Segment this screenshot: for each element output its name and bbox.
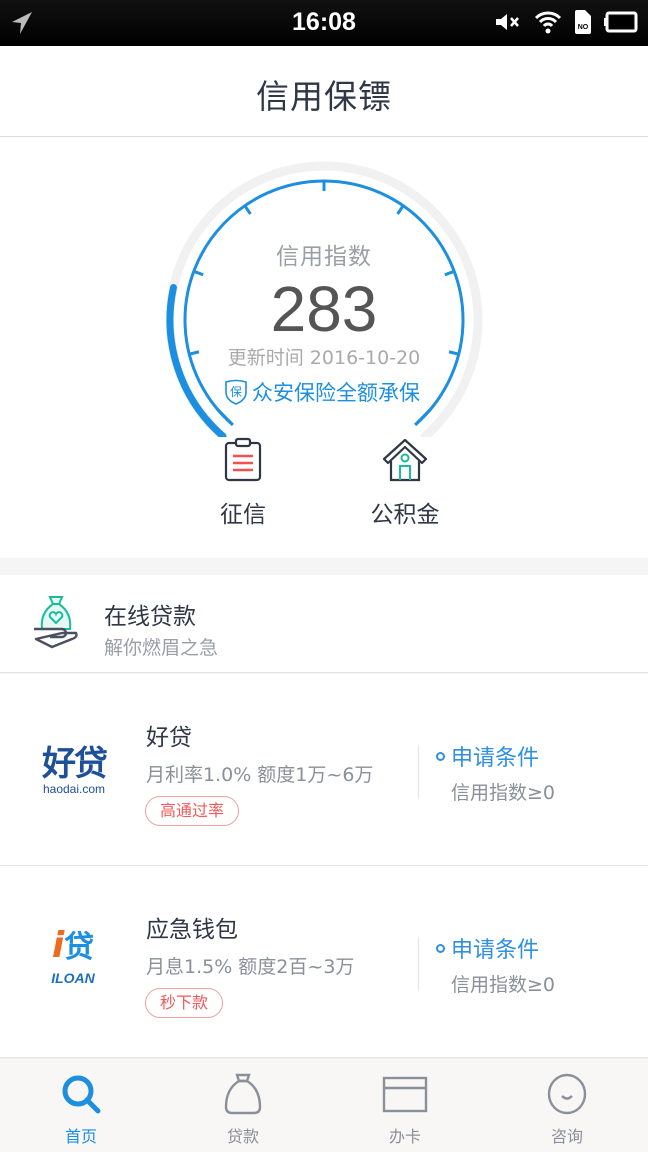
divider xyxy=(418,938,419,990)
status-bar: 16:08 NO xyxy=(0,0,648,46)
bullet-icon xyxy=(436,751,445,761)
mute-icon xyxy=(496,14,519,30)
tab-consult[interactable]: 咨询 xyxy=(486,1059,648,1152)
quick-action-label: 征信 xyxy=(220,502,266,528)
search-icon xyxy=(62,1075,101,1114)
apply-conditions-link[interactable]: 申请条件 xyxy=(436,740,539,772)
tab-home[interactable]: 首页 xyxy=(0,1059,162,1152)
divider xyxy=(418,746,419,798)
loan-name: 好贷 xyxy=(146,725,192,751)
credit-score: 283 xyxy=(270,273,378,345)
page-title: 信用保镖 xyxy=(256,77,392,116)
online-loan-header[interactable]: 在线贷款 解你燃眉之急 xyxy=(0,575,648,673)
gauge-tick xyxy=(243,204,252,215)
svg-text:NO: NO xyxy=(578,24,589,31)
house-icon xyxy=(382,438,428,482)
credit-gauge-section: 信用指数 283 更新时间 2016-10-20 保 众安保险全额承保 征信 公… xyxy=(0,137,648,558)
svg-text:保: 保 xyxy=(230,385,242,399)
loan-item-haodai[interactable]: 好贷 haodai.com 好贷 月利率1.0% 额度1万~6万 高通过率 申请… xyxy=(0,674,648,866)
money-bag-hand-icon xyxy=(34,596,78,649)
no-sim-icon: NO xyxy=(575,10,591,34)
money-bag-icon xyxy=(224,1073,262,1115)
gauge-tick xyxy=(396,204,405,215)
loan-description: 月息1.5% 额度2百~3万 xyxy=(146,956,355,978)
loan-tag: 高通过率 xyxy=(145,796,240,826)
shield-icon: 保 xyxy=(225,379,247,405)
loan-item-iloan[interactable]: i贷 ILOAN 应急钱包 月息1.5% 额度2百~3万 秒下款 申请条件 信用… xyxy=(0,866,648,1058)
online-loan-title: 在线贷款 xyxy=(104,604,196,630)
loan-tag: 秒下款 xyxy=(145,988,224,1018)
bullet-icon xyxy=(436,943,445,953)
iloan-logo: i贷 ILOAN xyxy=(51,925,95,987)
battery-icon xyxy=(604,11,638,33)
bottom-tab-bar: 首页 贷款 办卡 咨询 xyxy=(0,1058,648,1152)
credit-index-label: 信用指数 xyxy=(276,244,372,270)
insurance-text: 众安保险全额承保 xyxy=(252,381,420,405)
card-icon xyxy=(382,1076,428,1113)
tab-cards[interactable]: 办卡 xyxy=(324,1059,486,1152)
gauge-tick xyxy=(216,408,234,426)
wifi-icon xyxy=(534,11,562,34)
condition-value: 信用指数≥0 xyxy=(451,974,556,996)
quick-action-credit-report[interactable]: 征信 xyxy=(183,437,303,529)
haodai-logo: 好贷 haodai.com xyxy=(42,744,108,796)
quick-action-housing-fund[interactable]: 公积金 xyxy=(345,437,465,529)
gauge-tick xyxy=(414,408,432,426)
clipboard-icon xyxy=(224,437,262,482)
loan-description: 月利率1.0% 额度1万~6万 xyxy=(146,764,374,786)
loan-name: 应急钱包 xyxy=(146,917,238,943)
smile-icon xyxy=(547,1073,587,1115)
online-loan-subtitle: 解你燃眉之急 xyxy=(104,637,219,659)
insurance-link[interactable]: 保 众安保险全额承保 xyxy=(224,377,420,407)
apply-conditions-link[interactable]: 申请条件 xyxy=(436,932,539,964)
quick-action-label: 公积金 xyxy=(370,502,440,528)
condition-value: 信用指数≥0 xyxy=(451,782,556,804)
tab-loans[interactable]: 贷款 xyxy=(162,1059,324,1152)
app-header: 信用保镖 xyxy=(0,46,648,137)
update-time: 更新时间 2016-10-20 xyxy=(227,347,421,369)
